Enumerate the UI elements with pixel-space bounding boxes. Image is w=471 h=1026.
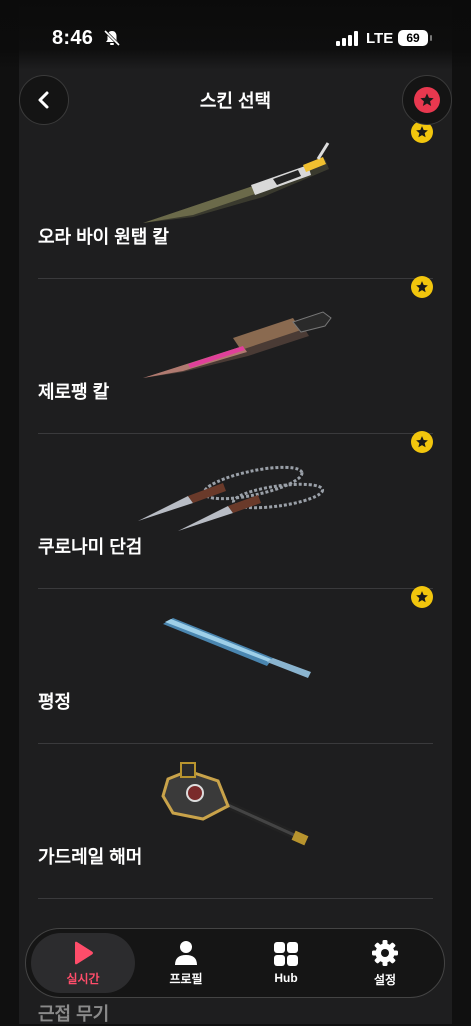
tab-label: 설정 [373,972,397,987]
bell-muted-icon [103,29,121,47]
skin-list-item[interactable]: 제로팽 칼 [38,276,433,434]
tab-live[interactable]: 실시간 [31,933,135,993]
skin-name: 쿠로나미 단검 [38,537,143,557]
tab-label: Hub [274,971,298,985]
tab-settings[interactable]: 설정 [333,933,437,993]
signal-icon [336,31,358,46]
play-icon [75,941,93,964]
page-title: 스킨 선택 [199,91,272,111]
skin-list-item[interactable]: 오라 바이 원탭 칼 [38,121,433,279]
tab-label: 프로필 [169,971,203,986]
bottom-tab-bar: 실시간 프로필 Hub 설정 [25,928,445,998]
page-header: 스킨 선택 [19,70,452,130]
tab-profile[interactable]: 프로필 [134,933,238,993]
grid-icon [274,942,298,966]
tab-label: 실시간 [66,971,100,986]
network-type: LTE [366,30,394,47]
skin-list-item[interactable]: 쿠로나미 단검 [38,431,433,589]
tab-hub[interactable]: Hub [234,933,338,993]
knife-skin-image [143,142,330,223]
section-title: 근접 무기 [38,1004,110,1024]
hammer-skin-image [161,762,309,846]
blade-skin-image [163,618,311,678]
battery-icon: 69 [398,30,432,46]
knife-skin-image [143,311,332,378]
dagger-skin-image [138,465,325,531]
status-bar: 8:46 LTE 69 [0,0,471,70]
favorites-filter-button[interactable] [402,75,452,125]
skin-name: 가드레일 해머 [38,847,143,867]
skin-name: 평정 [38,692,72,712]
person-icon [175,940,197,965]
skin-list-item[interactable]: 평정 [38,586,433,744]
favorite-star-icon[interactable] [411,431,433,453]
gear-icon [372,939,398,966]
star-icon [414,87,440,113]
favorite-star-icon[interactable] [411,276,433,298]
status-time: 8:46 [52,27,94,49]
skin-name: 제로팽 칼 [38,382,110,402]
skin-name: 오라 바이 원탭 칼 [38,227,169,247]
favorite-star-icon[interactable] [411,586,433,608]
skin-list-item[interactable]: 가드레일 해머 [38,743,433,899]
